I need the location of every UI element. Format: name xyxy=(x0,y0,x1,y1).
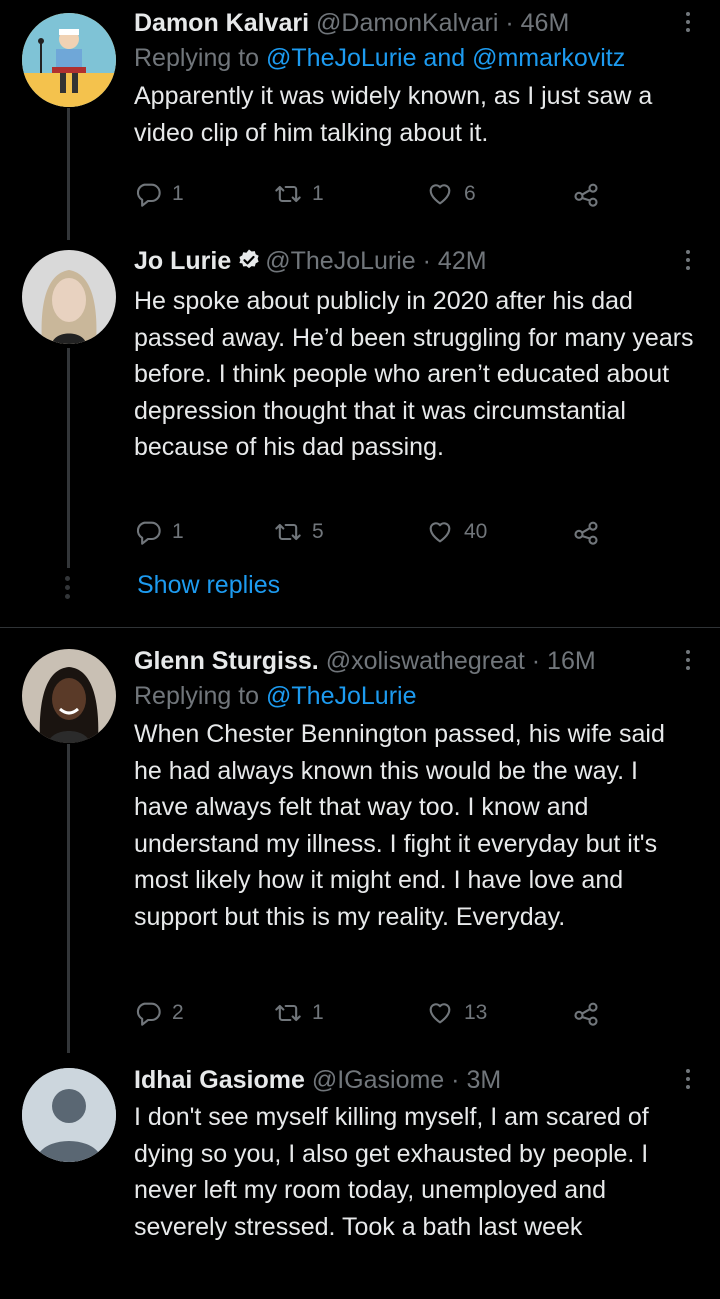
replying-label: Replying to xyxy=(134,682,267,710)
retweet-count: 1 xyxy=(312,182,324,205)
more-options-icon[interactable] xyxy=(678,8,698,38)
tweet-header: Glenn Sturgiss. @xoliswathegreat · 16M xyxy=(134,644,698,678)
tweet-header: Damon Kalvari @DamonKalvari · 46M xyxy=(134,6,698,40)
verified-badge-icon xyxy=(237,247,261,281)
share-button[interactable] xyxy=(572,517,600,547)
share-icon xyxy=(574,183,598,207)
tweet-text: He spoke about publicly in 2020 after hi… xyxy=(134,287,694,461)
heart-icon xyxy=(429,184,451,205)
show-replies-link[interactable]: Show replies xyxy=(137,571,280,600)
retweet-button[interactable]: 1 xyxy=(274,998,324,1028)
replying-to: Replying to @TheJoLurie xyxy=(134,678,698,714)
retweet-count: 1 xyxy=(312,1001,324,1024)
reply-count: 1 xyxy=(172,182,184,205)
display-name[interactable]: Glenn Sturgiss. xyxy=(134,647,319,675)
tweet-1[interactable]: Damon Kalvari @DamonKalvari · 46M Replyi… xyxy=(0,0,720,240)
handle[interactable]: @DamonKalvari xyxy=(316,9,498,37)
reply-icon xyxy=(136,1002,161,1026)
retweet-button[interactable]: 5 xyxy=(274,517,324,547)
replying-label: Replying to xyxy=(134,44,267,72)
timestamp[interactable]: · 42M xyxy=(423,247,487,275)
tweet-text: When Chester Bennington passed, his wife… xyxy=(134,720,665,931)
share-icon xyxy=(574,1002,598,1026)
avatar[interactable] xyxy=(22,13,116,107)
woman-braids-avatar-icon xyxy=(22,649,116,743)
reply-count: 2 xyxy=(172,1001,184,1024)
handle[interactable]: @IGasiome xyxy=(312,1066,444,1094)
mention-link[interactable]: @TheJoLurie xyxy=(266,682,416,710)
more-options-icon[interactable] xyxy=(678,246,698,276)
display-name[interactable]: Jo Lurie xyxy=(134,247,231,275)
timestamp[interactable]: · 16M xyxy=(532,647,596,675)
more-options-icon[interactable] xyxy=(678,1065,698,1095)
woman-photo-avatar-icon xyxy=(22,250,116,344)
reply-icon xyxy=(136,183,161,207)
reply-button[interactable]: 1 xyxy=(134,179,184,209)
tweet-header: Jo Lurie @TheJoLurie · 42M xyxy=(134,244,698,281)
timestamp[interactable]: · 46M xyxy=(505,9,569,37)
avatar[interactable] xyxy=(22,649,116,743)
handle[interactable]: @xoliswathegreat xyxy=(326,647,525,675)
reply-count: 1 xyxy=(172,520,184,543)
display-name[interactable]: Idhai Gasiome xyxy=(134,1066,305,1094)
tweet-actions: 1 1 6 xyxy=(134,179,614,209)
retweet-icon xyxy=(275,1004,301,1022)
share-icon xyxy=(574,521,598,545)
heart-icon xyxy=(429,522,451,543)
reply-button[interactable]: 1 xyxy=(134,517,184,547)
handle[interactable]: @TheJoLurie xyxy=(265,247,415,275)
like-count: 6 xyxy=(464,182,476,205)
display-name[interactable]: Damon Kalvari xyxy=(134,9,309,37)
heart-icon xyxy=(429,1003,451,1024)
like-count: 40 xyxy=(464,520,488,543)
more-replies-dots-icon xyxy=(65,576,71,603)
tweet-actions: 1 5 40 xyxy=(134,517,614,547)
tweet-header: Idhai Gasiome @IGasiome · 3M xyxy=(134,1063,698,1097)
tweet-3[interactable]: Glenn Sturgiss. @xoliswathegreat · 16M R… xyxy=(0,628,720,1053)
avatar[interactable] xyxy=(22,250,116,344)
tweet-text: Apparently it was widely known, as I jus… xyxy=(134,82,653,147)
thread-line xyxy=(67,108,70,240)
tweet-4[interactable]: Idhai Gasiome @IGasiome · 3M I don't see… xyxy=(0,1053,720,1299)
tweet-actions: 2 1 13 xyxy=(134,998,614,1028)
avatar[interactable] xyxy=(22,1068,116,1162)
like-count: 13 xyxy=(464,1001,488,1024)
reply-icon xyxy=(136,521,161,545)
like-button[interactable]: 40 xyxy=(426,517,487,547)
cartoon-man-avatar-icon xyxy=(22,13,116,107)
like-button[interactable]: 13 xyxy=(426,998,487,1028)
retweet-icon xyxy=(275,185,301,203)
more-options-icon[interactable] xyxy=(678,646,698,676)
retweet-button[interactable]: 1 xyxy=(274,179,324,209)
default-profile-avatar-icon xyxy=(22,1068,116,1162)
retweet-count: 5 xyxy=(312,520,324,543)
share-button[interactable] xyxy=(572,998,600,1028)
thread-line xyxy=(67,348,70,568)
reply-button[interactable]: 2 xyxy=(134,998,184,1028)
tweet-2[interactable]: Jo Lurie @TheJoLurie · 42M He spoke about… xyxy=(0,240,720,626)
retweet-icon xyxy=(275,523,301,541)
replying-to: Replying to @TheJoLurie and @mmarkovitz xyxy=(134,40,698,76)
mention-link[interactable]: @TheJoLurie and @mmarkovitz xyxy=(266,44,625,72)
thread-line xyxy=(67,744,70,1053)
like-button[interactable]: 6 xyxy=(426,179,476,209)
share-button[interactable] xyxy=(572,179,600,209)
timestamp[interactable]: · 3M xyxy=(451,1066,501,1094)
tweet-text: I don't see myself killing myself, I am … xyxy=(134,1103,649,1241)
